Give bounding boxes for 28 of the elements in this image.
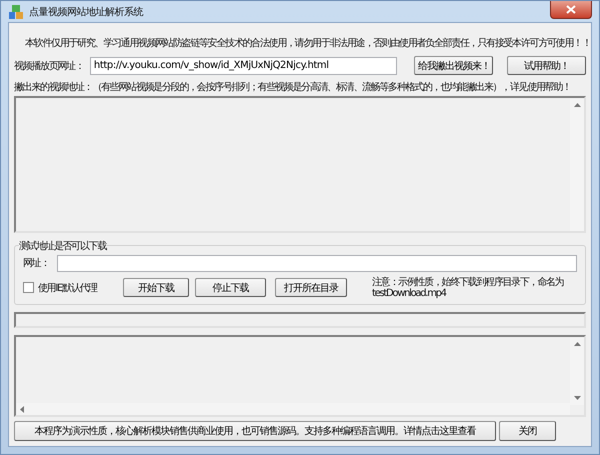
url-label: 视频播放页网址： [14, 60, 85, 73]
window-title: 点量视频网站地址解析系统 [29, 6, 143, 18]
group-title: 测试地址是否可以下载 [19, 240, 106, 253]
url-input-field[interactable] [57, 254, 577, 272]
result-label: 撇出来的视频地址：（有些网站视频是分段的，会按序号排列；有些视频是分高清、标清、流畅等多种格式的，也均能撇出来），详见使用帮助！ [14, 80, 572, 94]
help-button[interactable]: 试用帮助！ [507, 56, 586, 76]
close-icon [566, 5, 576, 14]
log-text-area[interactable] [14, 335, 586, 417]
scrollbar[interactable] [570, 98, 584, 231]
extract-button[interactable]: 给我撇出视频来！ [414, 56, 494, 76]
close-button[interactable]: 关闭 [499, 421, 556, 441]
info-button[interactable]: 本程序为演示性质，核心解析模块销售供商业使用，也可销售源码。支持多种编程语言调用。详情点击这里查看 [14, 421, 496, 441]
scrollbar[interactable] [570, 337, 584, 406]
scroll-up-icon[interactable] [574, 103, 580, 108]
stop-download-button[interactable]: 停止下载 [195, 278, 266, 298]
scroll-down-icon[interactable] [574, 396, 580, 400]
start-download-button[interactable]: 开始下载 [123, 278, 189, 298]
note-text: 注意：示例性质，始终下载到程序目录下，命名为 testDownload.mp4 [372, 276, 564, 299]
app-icon [8, 4, 24, 20]
scroll-up-icon[interactable] [574, 342, 580, 346]
scroll-left-icon[interactable] [20, 406, 24, 412]
open-folder-button[interactable]: 打开所在目录 [275, 278, 347, 298]
close-button[interactable] [550, 1, 592, 19]
url-label: 网址： [23, 256, 50, 270]
scrollbar[interactable] [16, 403, 570, 415]
url-input-field[interactable]: http://v.youku.com/v_show/id_XMjUxNjQ2Njcy.html [90, 56, 398, 75]
notice-text: 本软件仅用于研究、学习通用视频网站防盗链等安全技术的合法使用，请勿用于非法用途，否则由使用者负全部责任，只有接受本许可方可使用！！ [25, 36, 586, 50]
proxy-checkbox[interactable]: 使用IE默认代理 [23, 280, 111, 295]
